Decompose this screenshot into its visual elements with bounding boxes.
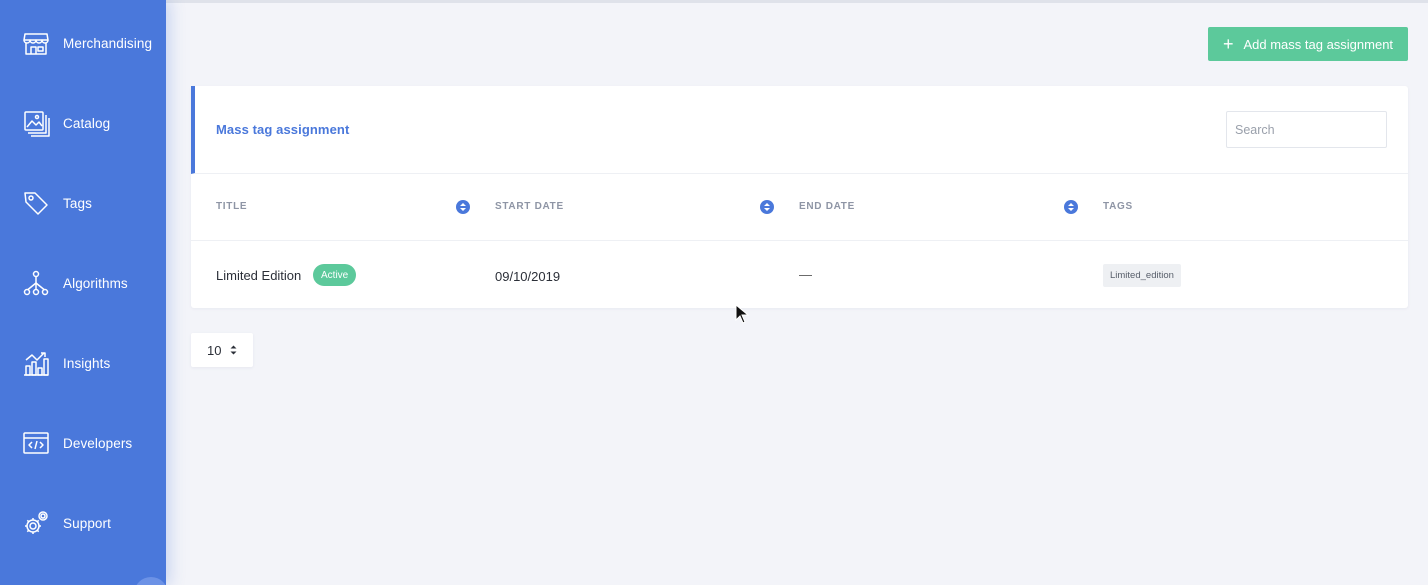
sidebar-item-catalog[interactable]: Catalog xyxy=(0,93,166,153)
sidebar-item-label: Catalog xyxy=(63,115,111,131)
select-arrows-icon xyxy=(230,344,237,356)
sort-title-icon[interactable] xyxy=(456,200,470,214)
search-input[interactable] xyxy=(1226,111,1387,148)
code-window-icon xyxy=(22,429,50,457)
store-icon xyxy=(22,29,50,57)
sidebar-item-label: Algorithms xyxy=(63,275,128,291)
card-header: Mass tag assignment xyxy=(191,86,1408,174)
sort-end-date-icon[interactable] xyxy=(1064,200,1078,214)
sidebar-item-merchandising[interactable]: Merchandising xyxy=(0,13,166,73)
sidebar-item-label: Insights xyxy=(63,355,111,371)
column-header-start-date: START DATE xyxy=(495,201,564,212)
insights-chart-icon xyxy=(22,349,50,377)
column-header-end-date: END DATE xyxy=(799,201,855,212)
catalog-icon xyxy=(22,109,50,137)
sidebar-collapse-handle[interactable] xyxy=(134,577,166,585)
sidebar-item-label: Tags xyxy=(63,195,92,211)
column-header-title: TITLE xyxy=(216,201,248,212)
app: Merchandising Catalog Tags Algorithms In… xyxy=(0,0,1428,585)
algorithm-icon xyxy=(22,269,50,297)
sidebar-item-label: Developers xyxy=(63,435,133,451)
sidebar-item-support[interactable]: Support xyxy=(0,493,166,553)
status-badge: Active xyxy=(313,264,357,286)
sidebar-item-label: Support xyxy=(63,515,111,531)
card-title: Mass tag assignment xyxy=(216,122,350,137)
table-header-divider xyxy=(191,240,1408,241)
sidebar-item-tags[interactable]: Tags xyxy=(0,173,166,233)
mass-tag-assignment-card: Mass tag assignment TITLE START DATE END… xyxy=(191,86,1408,308)
row-start-date: 09/10/2019 xyxy=(495,269,561,284)
sidebar-item-label: Merchandising xyxy=(63,35,153,51)
row-end-date: — xyxy=(799,267,812,282)
sidebar-item-insights[interactable]: Insights xyxy=(0,333,166,393)
add-mass-tag-assignment-button[interactable]: + Add mass tag assignment xyxy=(1208,27,1408,61)
row-title[interactable]: Limited Edition xyxy=(216,268,301,283)
tag-chip: Limited_edition xyxy=(1103,264,1181,287)
page-size-value: 10 xyxy=(207,342,222,358)
gear-icon xyxy=(22,509,50,537)
tag-icon xyxy=(22,189,50,217)
plus-icon: + xyxy=(1222,34,1234,54)
sidebar: Merchandising Catalog Tags Algorithms In… xyxy=(0,0,166,585)
page-size-select[interactable]: 10 xyxy=(191,333,253,367)
mouse-cursor-icon xyxy=(735,304,749,324)
sort-start-date-icon[interactable] xyxy=(760,200,774,214)
sidebar-item-developers[interactable]: Developers xyxy=(0,413,166,473)
column-header-tags: TAGS xyxy=(1103,201,1133,212)
add-button-label: Add mass tag assignment xyxy=(1243,36,1394,52)
sidebar-item-algorithms[interactable]: Algorithms xyxy=(0,253,166,313)
top-border xyxy=(166,0,1428,3)
